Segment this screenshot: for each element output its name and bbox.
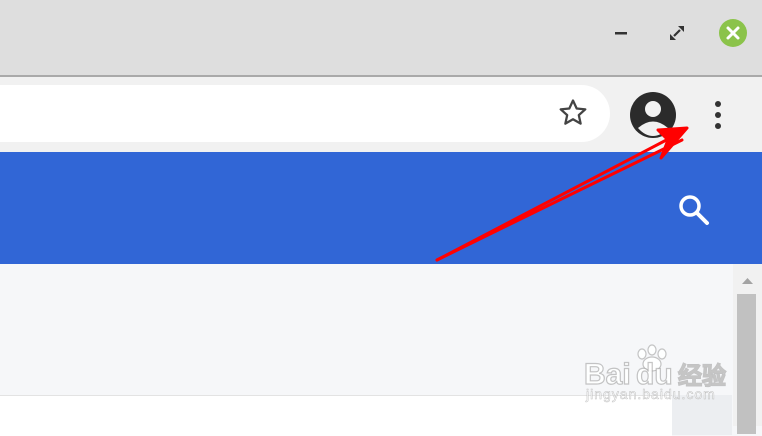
restore-icon (670, 26, 684, 40)
scroll-up-button[interactable] (733, 272, 762, 290)
close-button[interactable] (718, 18, 748, 48)
close-icon (719, 19, 747, 47)
bookmark-button[interactable] (556, 96, 590, 130)
watermark-subtext: jingyan.baidu.com (586, 386, 716, 403)
more-vert-icon (715, 101, 721, 129)
scroll-up-arrow-icon (742, 278, 753, 284)
site-header-bar (0, 152, 762, 264)
minimize-button[interactable] (608, 20, 634, 46)
browser-toolbar (0, 75, 762, 152)
star-icon (559, 99, 587, 125)
account-circle-icon (630, 92, 676, 138)
address-bar[interactable] (0, 85, 610, 142)
browser-menu-button[interactable] (706, 97, 730, 133)
profile-button[interactable] (629, 91, 677, 139)
window-titlebar (0, 0, 762, 75)
site-search-button[interactable] (676, 192, 712, 228)
restore-button[interactable] (664, 20, 690, 46)
content-panel (0, 395, 672, 436)
minimize-icon (615, 32, 627, 35)
search-icon (679, 195, 709, 225)
baidu-watermark-logo: Bai du 经验 (583, 344, 727, 392)
